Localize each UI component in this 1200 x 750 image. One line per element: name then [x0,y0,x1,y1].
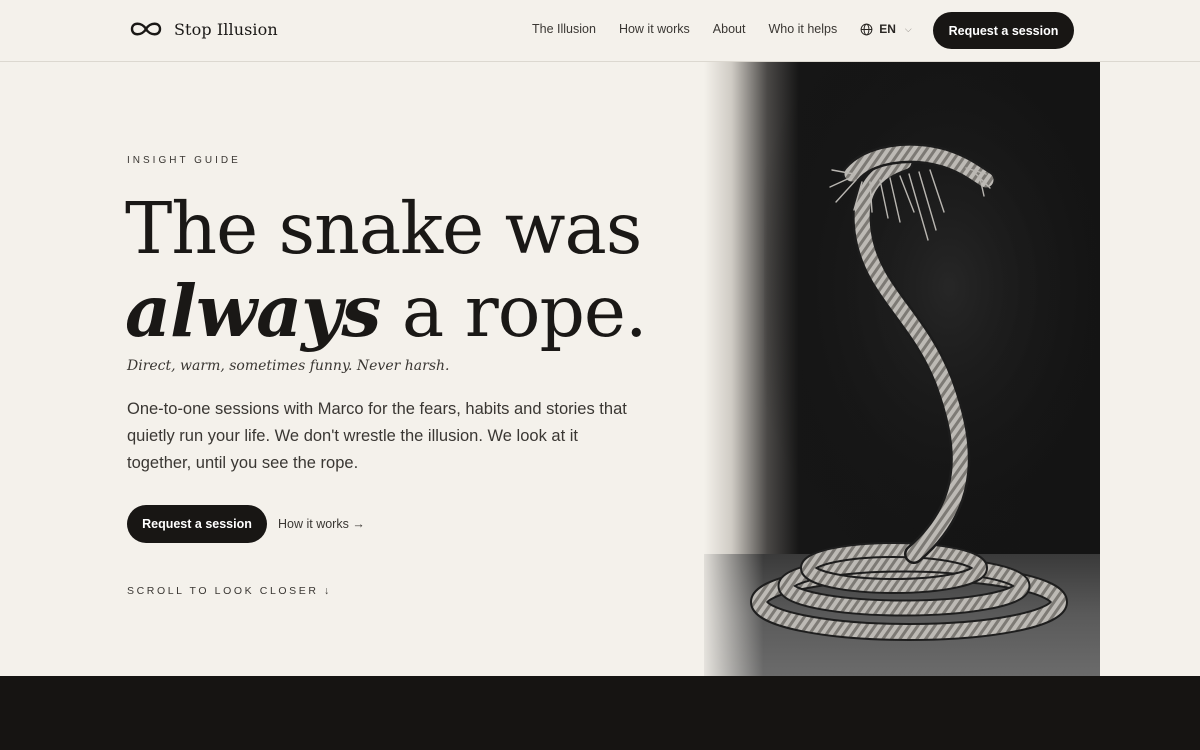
brand-logo-link[interactable]: Stop Illusion [127,18,278,40]
main-nav: The Illusion How it works About Who it h… [532,22,912,36]
hero-body: One-to-one sessions with Marco for the f… [127,400,627,472]
nav-item-the-illusion[interactable]: The Illusion [532,22,596,36]
dark-section-band [0,676,1200,750]
headline-emphasis: always [125,269,381,353]
headline-rest: a rope. [380,270,648,353]
hero-request-session-button[interactable]: Request a session [127,505,267,543]
hero-tagline: Direct, warm, sometimes funny. Never har… [127,358,450,374]
nav-item-who-it-helps[interactable]: Who it helps [768,22,837,36]
hero-how-it-works-link[interactable]: How it works → [278,517,365,531]
headline-line-1: The snake was [125,187,642,270]
language-label: EN [879,22,896,36]
infinity-icon [130,22,162,36]
nav-item-how-it-works[interactable]: How it works [619,22,690,36]
nav-item-about[interactable]: About [713,22,746,36]
globe-icon [860,23,873,35]
header-request-session-button[interactable]: Request a session [933,12,1074,49]
site-header: Stop Illusion The Illusion How it works … [0,0,1200,62]
language-selector[interactable]: EN ⌵ [860,22,912,36]
coiled-rope-snake-photo [704,62,1100,676]
scroll-hint: SCROLL TO LOOK CLOSER ↓ [127,585,332,597]
brand-name: Stop Illusion [174,19,278,39]
chevron-down-icon: ⌵ [904,23,912,34]
hero-headline: The snake was always a rope. [125,187,648,353]
hero-eyebrow: INSIGHT GUIDE [127,155,241,166]
